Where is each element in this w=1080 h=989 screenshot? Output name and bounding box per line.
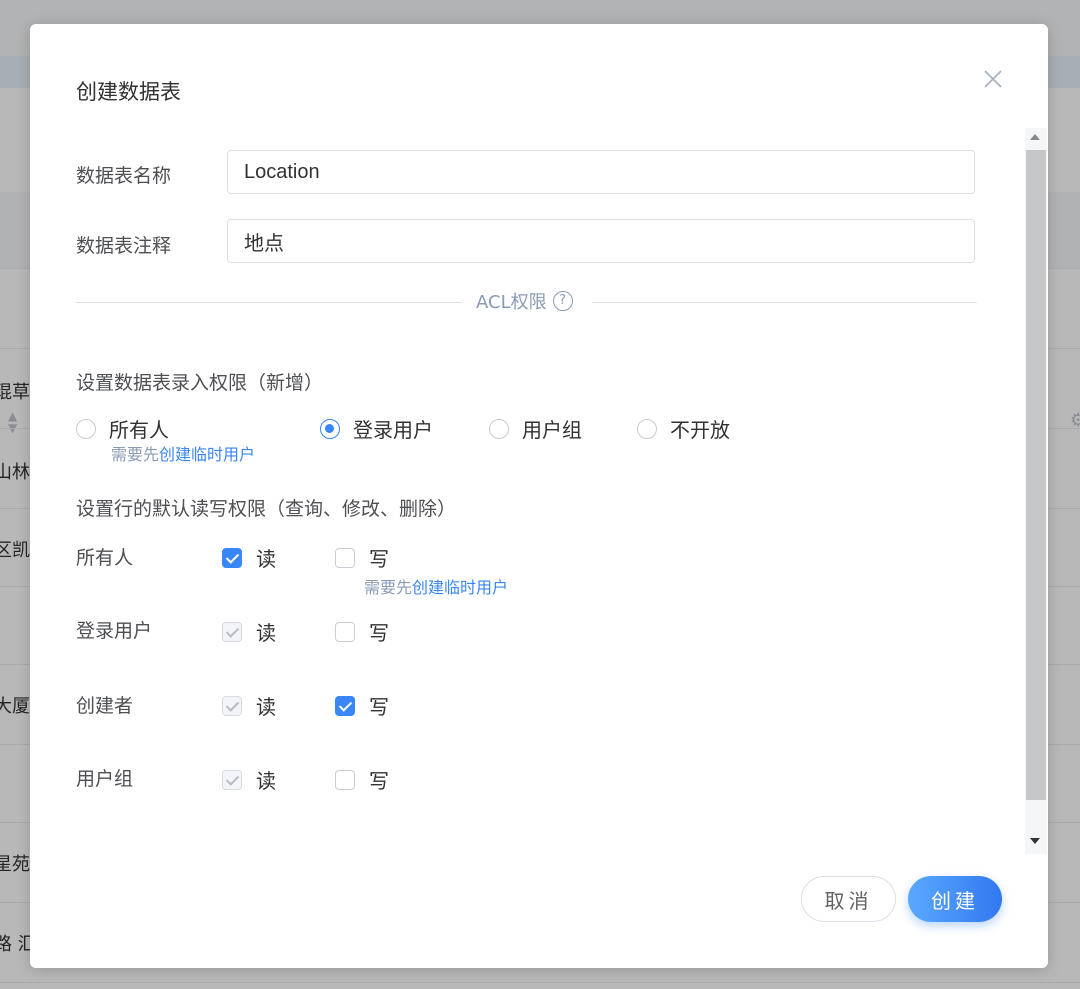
radio-circle[interactable] [76, 418, 96, 439]
create-table-dialog: 创建数据表 数据表名称 数据表注释 ACL权限 ? 设置数据表录入权限（新增） … [30, 24, 1048, 968]
write-label: 写 [369, 695, 389, 719]
checkbox-box[interactable] [335, 769, 355, 790]
user-group-read-checkbox: 读 [222, 765, 276, 794]
radio-not-open[interactable]: 不开放 [637, 414, 730, 443]
radio-logged-in-user[interactable]: 登录用户 [320, 414, 433, 443]
table-name-label: 数据表名称 [76, 165, 172, 187]
acl-divider-label: ACL权限 [476, 292, 547, 313]
everyone-write-checkbox[interactable]: 写 [335, 543, 389, 572]
radio-circle[interactable] [489, 418, 509, 439]
scrollbar-thumb[interactable] [1026, 150, 1046, 800]
perm-row-user-group-label: 用户组 [76, 768, 134, 790]
help-icon[interactable]: ? [552, 291, 573, 311]
radio-user-group[interactable]: 用户组 [489, 414, 582, 443]
create-button[interactable]: 创建 [908, 876, 1002, 922]
everyone-read-checkbox[interactable]: 读 [222, 543, 276, 572]
creator-read-checkbox: 读 [222, 691, 276, 720]
create-permission-hint: 需要先创建临时用户 [111, 441, 255, 465]
radio-circle[interactable] [637, 418, 657, 439]
write-label: 写 [369, 547, 389, 571]
read-label: 读 [256, 769, 276, 793]
checkbox-box[interactable] [222, 547, 242, 568]
radio-label: 用户组 [522, 418, 582, 442]
read-label: 读 [256, 621, 276, 645]
create-permission-title: 设置数据表录入权限（新增） [76, 372, 324, 394]
write-label: 写 [369, 621, 389, 645]
close-icon[interactable] [982, 68, 1004, 90]
creator-write-checkbox[interactable]: 写 [335, 691, 389, 720]
create-temp-user-link[interactable]: 创建临时用户 [412, 578, 508, 597]
read-label: 读 [256, 695, 276, 719]
table-comment-label: 数据表注释 [76, 235, 172, 257]
radio-circle-checked[interactable] [320, 418, 340, 439]
dialog-title: 创建数据表 [76, 80, 181, 104]
radio-label: 所有人 [109, 418, 169, 442]
dialog-scrollbar[interactable] [1025, 128, 1047, 854]
row-permission-hint: 需要先创建临时用户 [364, 574, 508, 598]
hint-prefix: 需要先 [364, 578, 413, 597]
acl-divider: ACL权限 ? [476, 288, 573, 314]
scroll-up-icon[interactable] [1030, 134, 1040, 140]
checkbox-box[interactable] [335, 621, 355, 642]
read-label: 读 [256, 547, 276, 571]
perm-row-creator-label: 创建者 [76, 695, 134, 717]
logged-in-read-checkbox: 读 [222, 617, 276, 646]
checkbox-box[interactable] [335, 547, 355, 568]
checkbox-box[interactable] [335, 695, 355, 716]
cancel-button[interactable]: 取消 [801, 876, 896, 922]
logged-in-write-checkbox[interactable]: 写 [335, 617, 389, 646]
radio-everyone[interactable]: 所有人 [76, 414, 169, 443]
radio-label: 登录用户 [353, 418, 433, 442]
scroll-down-icon[interactable] [1030, 838, 1040, 844]
perm-row-everyone-label: 所有人 [76, 547, 134, 569]
perm-row-logged-in-label: 登录用户 [76, 620, 153, 642]
user-group-write-checkbox[interactable]: 写 [335, 765, 389, 794]
divider-left [76, 302, 462, 303]
checkbox-box-disabled [222, 695, 242, 716]
hint-prefix: 需要先 [111, 445, 160, 464]
write-label: 写 [369, 769, 389, 793]
checkbox-box-disabled [222, 769, 242, 790]
checkbox-box-disabled [222, 621, 242, 642]
divider-right [592, 302, 977, 303]
create-temp-user-link[interactable]: 创建临时用户 [159, 445, 255, 464]
table-name-input[interactable] [227, 150, 975, 194]
radio-label: 不开放 [670, 418, 730, 442]
row-permission-title: 设置行的默认读写权限（查询、修改、删除） [76, 498, 457, 520]
table-comment-input[interactable] [227, 219, 975, 263]
